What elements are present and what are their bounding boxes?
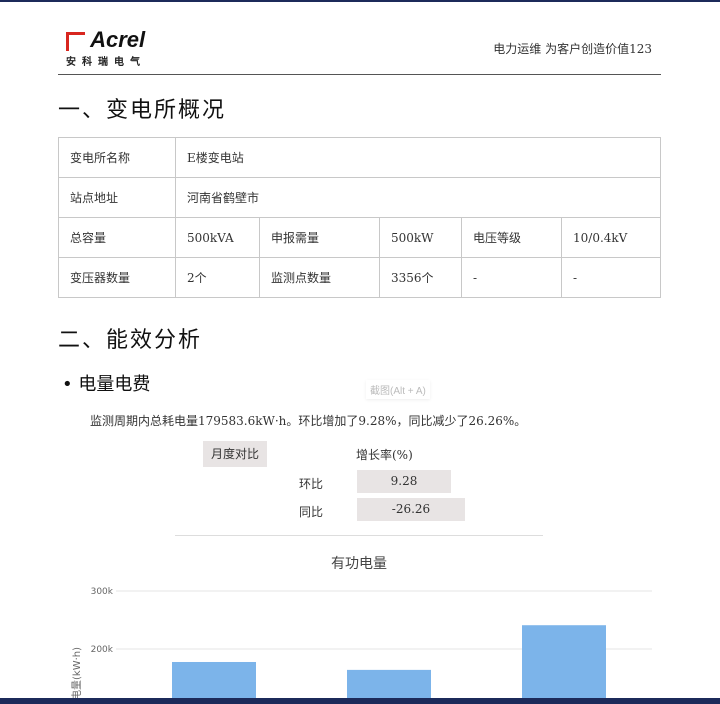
top-border bbox=[0, 0, 720, 2]
table-label: 申报需量 bbox=[259, 217, 380, 258]
chart-divider bbox=[175, 535, 543, 536]
table-value: 3356个 bbox=[379, 257, 462, 298]
table-value: 2个 bbox=[175, 257, 260, 298]
logo-cn: 安科瑞电气 bbox=[66, 57, 146, 68]
table-label: 监测点数量 bbox=[259, 257, 380, 298]
y-tick-label: 300k bbox=[91, 587, 114, 597]
table-label: 变压器数量 bbox=[58, 257, 176, 298]
screenshot-tooltip: 截图(Alt + A) bbox=[366, 380, 430, 399]
chart-title: 有功电量 bbox=[331, 556, 387, 572]
monthly-compare-header: 月度对比 bbox=[203, 441, 267, 467]
bar bbox=[522, 625, 606, 700]
table-value: 500kW bbox=[379, 217, 462, 258]
mom-value: 9.28 bbox=[357, 470, 451, 493]
table-value: 河南省鹤壁市 bbox=[175, 177, 661, 218]
table-row: 站点地址 河南省鹤壁市 bbox=[58, 177, 661, 218]
substation-info-table: 变电所名称 E楼变电站 站点地址 河南省鹤壁市 总容量 500kVA 申报需量 … bbox=[58, 137, 661, 298]
table-value: 10/0.4kV bbox=[561, 217, 661, 258]
table-value: - bbox=[561, 257, 661, 298]
table-value: E楼变电站 bbox=[175, 137, 661, 178]
table-label: 电压等级 bbox=[461, 217, 562, 258]
bar bbox=[347, 669, 431, 700]
chart-ylabel: 电量(kW·h) bbox=[70, 647, 83, 700]
mom-label: 环比 bbox=[299, 477, 324, 491]
y-tick-label: 200k bbox=[91, 645, 114, 655]
bar bbox=[172, 661, 256, 700]
section-title-overview: 一、变电所概况 bbox=[58, 98, 227, 123]
table-value: - bbox=[461, 257, 562, 298]
slogan: 电力运维 为客户创造价值123 bbox=[493, 42, 652, 56]
table-label: 站点地址 bbox=[58, 177, 176, 218]
yoy-label: 同比 bbox=[299, 505, 324, 519]
subsection-title: • 电量电费 bbox=[62, 374, 151, 395]
growth-rate-header: 增长率(%) bbox=[356, 448, 413, 462]
table-row: 变压器数量 2个 监测点数量 3356个 - - bbox=[58, 257, 661, 298]
logo-mark-icon bbox=[66, 32, 85, 51]
energy-summary: 监测周期内总耗电量179583.6kW·h。环比增加了9.28%，同比减少了26… bbox=[90, 414, 527, 428]
table-row: 变电所名称 E楼变电站 bbox=[58, 137, 661, 178]
table-value: 500kVA bbox=[175, 217, 260, 258]
header-divider bbox=[58, 74, 661, 75]
table-label: 总容量 bbox=[58, 217, 176, 258]
acrel-logo: Acrel 安科瑞电气 bbox=[66, 27, 146, 68]
yoy-value: -26.26 bbox=[357, 498, 465, 521]
table-label: 变电所名称 bbox=[58, 137, 176, 178]
bottom-bar bbox=[0, 698, 720, 704]
table-row: 总容量 500kVA 申报需量 500kW 电压等级 10/0.4kV bbox=[58, 217, 661, 258]
logo-word: Acrel bbox=[90, 27, 146, 52]
section-title-efficiency: 二、能效分析 bbox=[58, 328, 203, 353]
active-energy-chart: 有功电量 电量(kW·h) 300k 200k bbox=[70, 556, 652, 700]
